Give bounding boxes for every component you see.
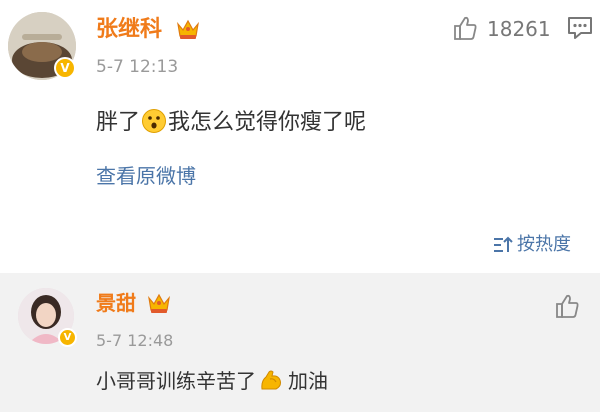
comment-icon[interactable] (566, 14, 594, 42)
comment-text: 胖了 我怎么觉得你瘦了呢 (96, 108, 366, 138)
view-original-link[interactable]: 查看原微博 (96, 162, 196, 190)
flexed-bicep-emoji-icon (258, 367, 284, 393)
reply-time: 5-7 12:48 (96, 331, 174, 350)
surprised-emoji-icon (141, 108, 167, 134)
like-button[interactable]: 18261 (451, 14, 551, 44)
sort-label: 按热度 (517, 234, 571, 255)
crown-icon (146, 290, 172, 316)
comment-time: 5-7 12:13 (96, 57, 179, 77)
crown-icon (175, 16, 201, 42)
verified-badge-icon: V (58, 328, 77, 347)
reply-text-part-1: 小哥哥训练辛苦了 (96, 369, 256, 393)
sort-icon (494, 236, 513, 252)
username[interactable]: 景甜 (96, 290, 136, 316)
reply-text: 小哥哥训练辛苦了 加油 (96, 367, 328, 395)
thumb-up-icon (454, 16, 477, 40)
comment-text-part-1: 胖了 (96, 110, 141, 135)
sort-button[interactable]: 按热度 (493, 232, 593, 258)
thumb-up-icon (556, 294, 579, 318)
like-count: 18261 (487, 17, 551, 41)
like-button[interactable] (553, 292, 581, 320)
verified-badge-icon: V (54, 57, 76, 79)
reply-text-part-2: 加油 (288, 369, 328, 393)
username[interactable]: 张继科 (96, 16, 162, 44)
comment-text-part-2: 我怎么觉得你瘦了呢 (168, 110, 367, 135)
